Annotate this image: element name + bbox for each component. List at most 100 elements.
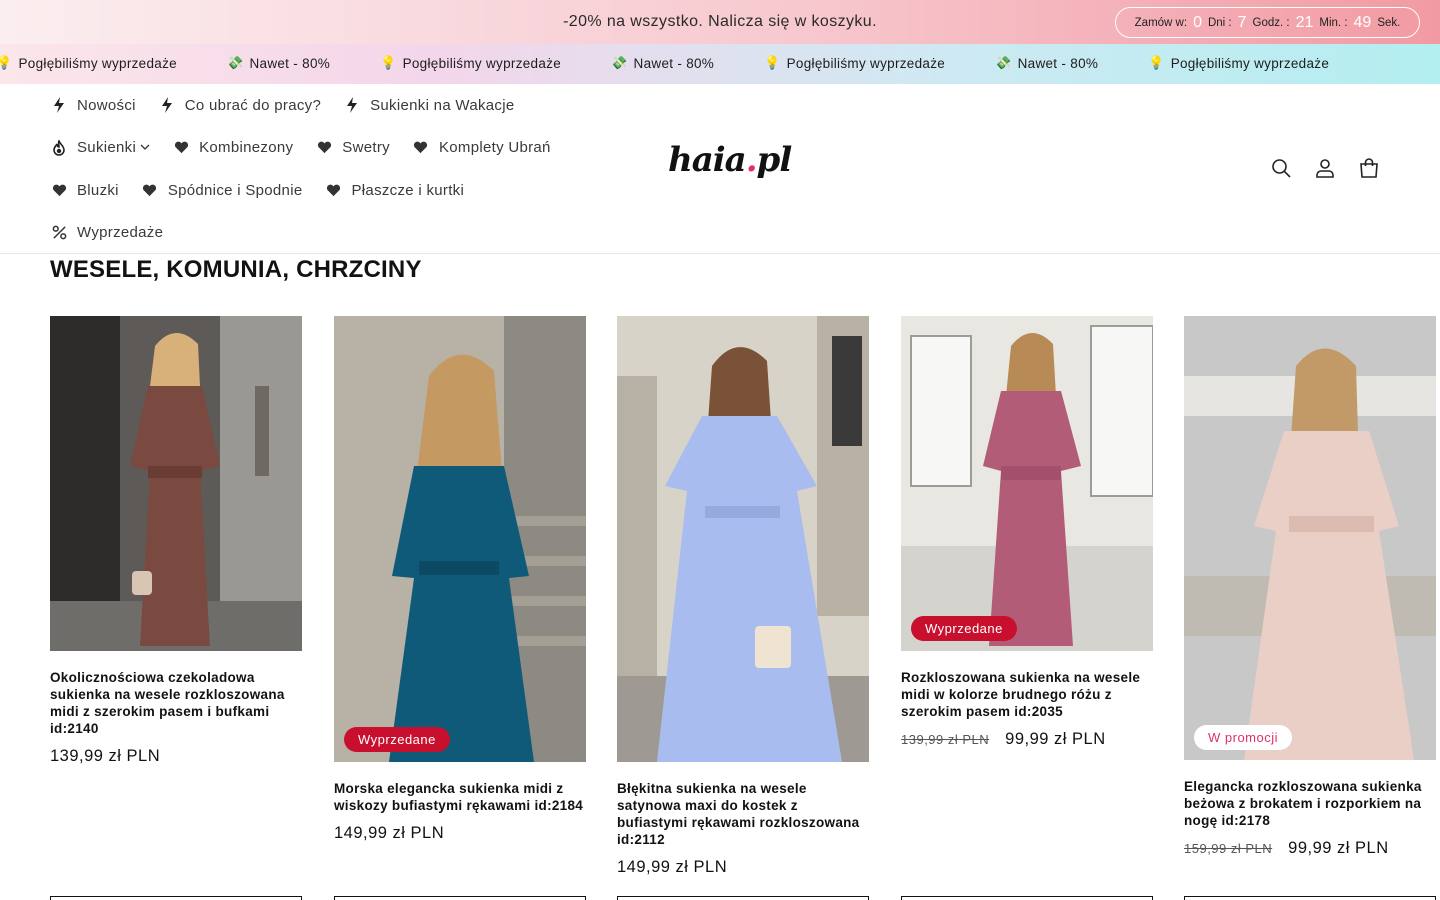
- account-icon[interactable]: [1312, 154, 1338, 182]
- countdown-hours-label: Godz. :: [1252, 16, 1290, 29]
- lightning-icon: [50, 96, 68, 114]
- nav-item-label: Nowości: [77, 96, 136, 114]
- product-image[interactable]: W promocji: [1184, 316, 1436, 760]
- product-badge: W promocji: [1194, 725, 1293, 750]
- product-price-current: 149,99 zł PLN: [617, 858, 728, 876]
- heart-icon: [50, 181, 68, 199]
- nav-item-co-ubrac-do-pracy[interactable]: Co ubrać do pracy?: [158, 96, 321, 114]
- money-icon: 💸: [611, 55, 628, 70]
- promo-marquee: 💡 Pogłębiliśmy wyprzedaże 💸 Nawet - 80% 💡 P…: [0, 44, 1440, 84]
- nav-item-spodnice-i-spodnie[interactable]: Spódnice i Spodnie: [141, 181, 303, 199]
- countdown-prefix: Zamów w:: [1134, 16, 1188, 29]
- lightning-icon: [158, 96, 176, 114]
- product-title[interactable]: Elegancka rozkloszowana sukienka beżowa …: [1184, 778, 1436, 829]
- nav-item-plaszcze-i-kurtki[interactable]: Płaszcze i kurtki: [324, 181, 464, 199]
- nav-item-label: Spódnice i Spodnie: [167, 181, 303, 199]
- marquee-item-text: Nawet - 80%: [249, 55, 331, 71]
- nav-item-nowosci[interactable]: Nowości: [50, 96, 136, 114]
- nav-item-label: Swetry: [342, 139, 390, 157]
- logo-dot: .: [745, 140, 758, 180]
- nav-item-label: Co ubrać do pracy?: [184, 96, 322, 114]
- heart-icon: [172, 139, 190, 157]
- announcement-text: -20% na wszystko. Nalicza się w koszyku.: [563, 13, 877, 30]
- marquee-item: 💡 Pogłębiliśmy wyprzedaże: [380, 55, 561, 71]
- countdown-seconds: 49: [1353, 13, 1372, 31]
- main-nav: Nowości Co ubrać do pracy? Sukienki na W…: [50, 84, 610, 254]
- product-image[interactable]: Wyprzedane: [334, 316, 586, 762]
- product-price: 159,99 zł PLN 99,99 zł PLN: [1184, 839, 1436, 858]
- search-icon[interactable]: [1268, 154, 1294, 182]
- countdown-days: 0: [1193, 13, 1202, 31]
- add-to-cart-button[interactable]: [617, 896, 869, 900]
- marquee-item-text: Pogłębiliśmy wyprzedaże: [1170, 55, 1330, 71]
- product-price-current: 99,99 zł PLN: [1288, 839, 1389, 857]
- product-badge: Wyprzedane: [911, 616, 1017, 641]
- product-price: 139,99 zł PLN 99,99 zł PLN: [901, 730, 1153, 749]
- section-title: WESELE, KOMUNIA, CHRZCINY: [50, 256, 422, 283]
- nav-row: Wyprzedaże: [50, 212, 610, 255]
- logo-suffix: pl: [756, 140, 793, 180]
- percent-icon: [50, 224, 68, 242]
- marquee-track: 💡 Pogłębiliśmy wyprzedaże 💸 Nawet - 80% 💡 P…: [0, 55, 1379, 71]
- chevron-down-icon: [140, 142, 150, 153]
- nav-item-sukienki[interactable]: Sukienki: [50, 139, 150, 157]
- nav-item-sukienki-na-wakacje[interactable]: Sukienki na Wakacje: [343, 96, 514, 114]
- marquee-item: 💸 Nawet - 80%: [995, 55, 1098, 71]
- fire-icon: [50, 139, 68, 157]
- add-to-cart-button[interactable]: [901, 896, 1153, 900]
- marquee-item-text: Nawet - 80%: [1017, 55, 1099, 71]
- nav-row: Nowości Co ubrać do pracy? Sukienki na W…: [50, 84, 610, 127]
- countdown-timer: Zamów w: 0 Dni : 7 Godz. : 21 Min. : 49 …: [1115, 7, 1420, 38]
- heart-icon: [141, 181, 159, 199]
- product-title[interactable]: Morska elegancka sukienka midi z wiskozy…: [334, 780, 586, 814]
- heart-icon: [412, 139, 430, 157]
- site-header: Nowości Co ubrać do pracy? Sukienki na W…: [0, 84, 1440, 254]
- add-to-cart-button[interactable]: [50, 896, 302, 900]
- countdown-seconds-label: Sek.: [1377, 16, 1401, 29]
- cart-icon[interactable]: [1356, 154, 1382, 182]
- nav-item-komplety-ubran[interactable]: Komplety Ubrań: [412, 139, 551, 157]
- product-card: Wyprzedane Rozkloszowana sukienka na wes…: [901, 316, 1153, 749]
- heart-icon: [324, 181, 342, 199]
- product-card: W promocji Elegancka rozkloszowana sukie…: [1184, 316, 1436, 858]
- money-icon: 💸: [995, 55, 1012, 70]
- countdown-minutes: 21: [1295, 13, 1314, 31]
- product-title[interactable]: Okolicznościowa czekoladowa sukienka na …: [50, 669, 302, 737]
- nav-row: Bluzki Spódnice i Spodnie Płaszcze i kur…: [50, 169, 610, 212]
- product-card: Wyprzedane Morska elegancka sukienka mid…: [334, 316, 586, 843]
- lightbulb-icon: 💡: [0, 55, 13, 70]
- add-to-cart-button[interactable]: [1184, 896, 1436, 900]
- marquee-item: 💸 Nawet - 80%: [611, 55, 714, 71]
- countdown-days-label: Dni :: [1207, 16, 1232, 29]
- product-title[interactable]: Rozkloszowana sukienka na wesele midi w …: [901, 669, 1153, 720]
- nav-item-kombinezony[interactable]: Kombinezony: [172, 139, 293, 157]
- nav-row: Sukienki Kombinezony Swetry Komplety Ubr…: [50, 127, 610, 170]
- nav-item-label: Komplety Ubrań: [438, 139, 551, 157]
- nav-item-label: Bluzki: [77, 181, 119, 199]
- nav-item-label: Sukienki: [77, 139, 137, 157]
- nav-item-swetry[interactable]: Swetry: [315, 139, 390, 157]
- nav-item-label: Wyprzedaże: [77, 224, 164, 242]
- logo-text: haia: [668, 140, 747, 180]
- nav-item-bluzki[interactable]: Bluzki: [50, 181, 119, 199]
- product-image[interactable]: [617, 316, 869, 762]
- add-to-cart-button[interactable]: [334, 896, 586, 900]
- money-icon: 💸: [226, 55, 244, 70]
- header-icons: [1268, 154, 1382, 182]
- lightbulb-icon: 💡: [1148, 55, 1165, 70]
- marquee-item: 💡 Pogłębiliśmy wyprzedaże: [0, 55, 177, 71]
- nav-item-label: Płaszcze i kurtki: [351, 181, 465, 199]
- lightning-icon: [343, 96, 361, 114]
- lightbulb-icon: 💡: [380, 55, 397, 70]
- product-badge: Wyprzedane: [344, 727, 450, 752]
- product-image[interactable]: [50, 316, 302, 651]
- product-image[interactable]: Wyprzedane: [901, 316, 1153, 651]
- product-price: 149,99 zł PLN: [617, 858, 869, 877]
- nav-item-wyprzedaze[interactable]: Wyprzedaże: [50, 224, 163, 242]
- product-price: 139,99 zł PLN: [50, 747, 302, 766]
- product-price-old: 159,99 zł PLN: [1184, 841, 1273, 856]
- product-price-current: 149,99 zł PLN: [334, 824, 445, 842]
- announcement-bar: -20% na wszystko. Nalicza się w koszyku.…: [0, 0, 1440, 44]
- site-logo[interactable]: haia.pl: [668, 140, 792, 190]
- product-title[interactable]: Błękitna sukienka na wesele satynowa max…: [617, 780, 869, 848]
